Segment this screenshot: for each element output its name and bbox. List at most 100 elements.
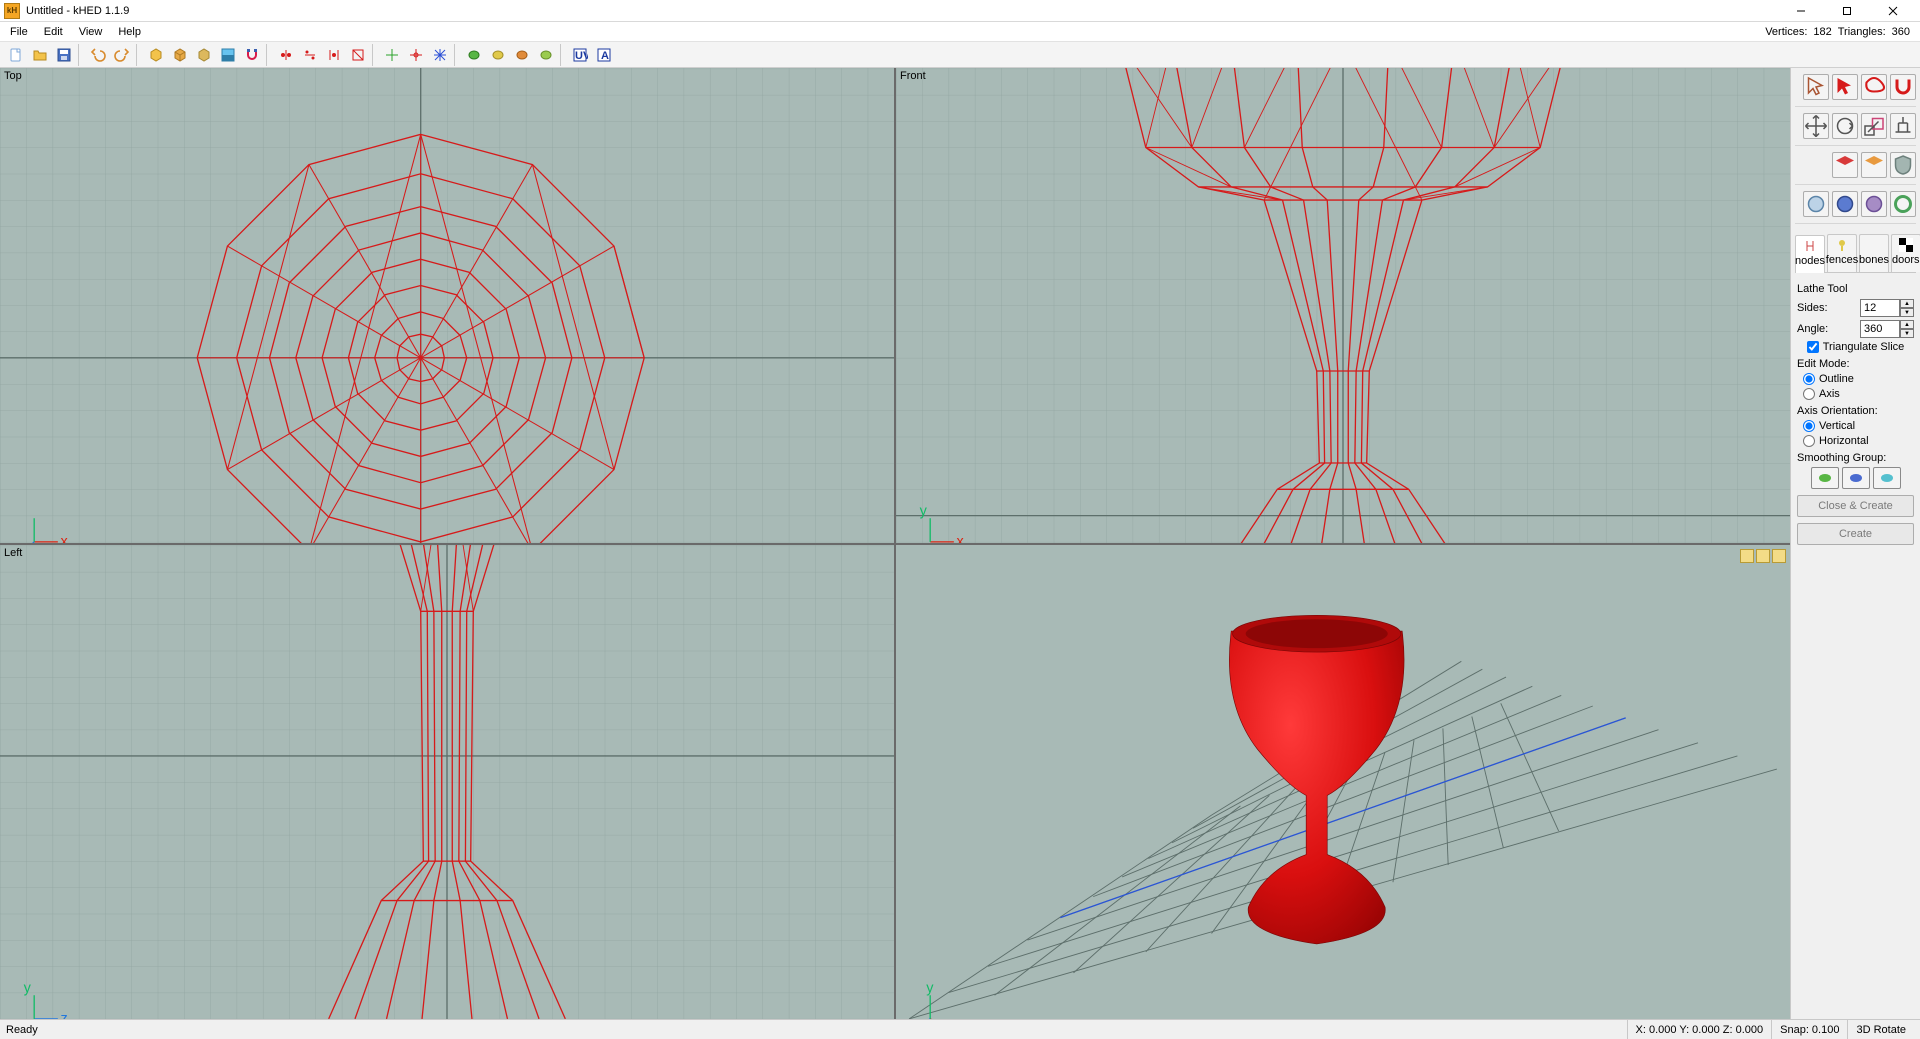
viewport-left-label: Left	[4, 547, 22, 559]
magnet-icon[interactable]	[241, 44, 263, 66]
sides-down[interactable]: ▼	[1900, 308, 1914, 317]
sphere4-icon[interactable]	[1890, 191, 1916, 217]
box3-icon[interactable]	[193, 44, 215, 66]
tab-fences[interactable]: fences	[1827, 234, 1857, 272]
red-cross-icon[interactable]	[405, 44, 427, 66]
select-lasso-icon[interactable]	[1861, 74, 1887, 100]
blob-yellow-icon[interactable]	[487, 44, 509, 66]
menu-view[interactable]: View	[71, 24, 111, 40]
smoothing-green-icon[interactable]	[1811, 467, 1839, 489]
blue-cross-icon[interactable]	[429, 44, 451, 66]
status-snap: Snap: 0.100	[1771, 1020, 1847, 1039]
viewport-gizmo-btn3[interactable]	[1772, 549, 1786, 563]
svg-text:x: x	[956, 534, 964, 543]
svg-text:y: y	[926, 980, 934, 996]
stats-vertices-value: 182	[1813, 26, 1831, 38]
blob-green-icon[interactable]	[463, 44, 485, 66]
svg-text:UV: UV	[575, 50, 588, 62]
editmode-outline-radio[interactable]	[1803, 373, 1815, 385]
sides-label: Sides:	[1797, 302, 1828, 314]
menu-help[interactable]: Help	[110, 24, 149, 40]
rotate-icon[interactable]	[1832, 113, 1858, 139]
save-file-icon[interactable]	[53, 44, 75, 66]
menu-edit[interactable]: Edit	[36, 24, 71, 40]
uv-icon[interactable]: UV	[569, 44, 591, 66]
scale-icon[interactable]	[1861, 113, 1887, 139]
face-orange-icon[interactable]	[1861, 152, 1887, 178]
viewport-top-label: Top	[4, 70, 22, 82]
move-icon[interactable]	[1803, 113, 1829, 139]
stats-triangles-value: 360	[1892, 26, 1910, 38]
angle-down[interactable]: ▼	[1900, 329, 1914, 338]
tab-nodes[interactable]: nodes	[1795, 235, 1825, 273]
red-marker1-icon[interactable]	[275, 44, 297, 66]
viewport-front[interactable]: Front	[896, 68, 1790, 543]
tab-bones[interactable]: bones	[1859, 234, 1889, 272]
svg-text:z: z	[60, 1010, 67, 1019]
tab-doors[interactable]: doors	[1891, 234, 1920, 272]
triangulate-checkbox[interactable]	[1807, 341, 1819, 353]
svg-text:A: A	[601, 50, 609, 62]
open-file-icon[interactable]	[29, 44, 51, 66]
red-marker3-icon[interactable]	[323, 44, 345, 66]
select-red-arrow-icon[interactable]	[1832, 74, 1858, 100]
orientation-label: Axis Orientation:	[1797, 405, 1914, 417]
orientation-horizontal-radio[interactable]	[1803, 435, 1815, 447]
sphere2-icon[interactable]	[1832, 191, 1858, 217]
viewport-left[interactable]: Left	[0, 545, 894, 1020]
close-button[interactable]	[1870, 1, 1916, 21]
maximize-button[interactable]	[1824, 1, 1870, 21]
sides-input[interactable]	[1860, 299, 1900, 317]
red-marker2-icon[interactable]	[299, 44, 321, 66]
new-file-icon[interactable]	[5, 44, 27, 66]
editmode-label: Edit Mode:	[1797, 358, 1914, 370]
editmode-axis-radio[interactable]	[1803, 388, 1815, 400]
viewport-gizmo-btn1[interactable]	[1740, 549, 1754, 563]
close-create-button[interactable]: Close & Create	[1797, 495, 1914, 517]
title-bar: kH Untitled - kHED 1.1.9	[0, 0, 1920, 22]
green-marker1-icon[interactable]	[381, 44, 403, 66]
text-icon[interactable]: A	[593, 44, 615, 66]
sphere1-icon[interactable]	[1803, 191, 1829, 217]
viewport-perspective[interactable]: x y z	[896, 545, 1790, 1020]
svg-text:y: y	[920, 504, 928, 520]
face-shield-icon[interactable]	[1890, 152, 1916, 178]
tools-panel: nodes fences bones doors Lathe Tool	[1790, 68, 1920, 1019]
orientation-vertical-radio[interactable]	[1803, 420, 1815, 432]
angle-input[interactable]	[1860, 320, 1900, 338]
red-marker4-icon[interactable]	[347, 44, 369, 66]
select-arrow-icon[interactable]	[1803, 74, 1829, 100]
viewport-top[interactable]: Top	[0, 68, 894, 543]
sphere3-icon[interactable]	[1861, 191, 1887, 217]
minimize-button[interactable]	[1778, 1, 1824, 21]
create-button[interactable]: Create	[1797, 523, 1914, 545]
box2-icon[interactable]	[169, 44, 191, 66]
sides-up[interactable]: ▲	[1900, 299, 1914, 308]
undo-icon[interactable]	[87, 44, 109, 66]
status-mode: 3D Rotate	[1847, 1020, 1914, 1039]
extrude-icon[interactable]	[1890, 113, 1916, 139]
smoothing-cyan-icon[interactable]	[1873, 467, 1901, 489]
svg-text:y: y	[24, 980, 32, 996]
status-bar: Ready X: 0.000 Y: 0.000 Z: 0.000 Snap: 0…	[0, 1019, 1920, 1039]
blob-orange-icon[interactable]	[511, 44, 533, 66]
viewport-gizmo-btn2[interactable]	[1756, 549, 1770, 563]
lathe-title: Lathe Tool	[1797, 283, 1914, 295]
window-title: Untitled - kHED 1.1.9	[26, 5, 129, 17]
blob-lime-icon[interactable]	[535, 44, 557, 66]
angle-up[interactable]: ▲	[1900, 320, 1914, 329]
angle-label: Angle:	[1797, 323, 1828, 335]
viewport-grid: Top	[0, 68, 1790, 1019]
smoothing-blue-icon[interactable]	[1842, 467, 1870, 489]
select-magnet-icon[interactable]	[1890, 74, 1916, 100]
smoothing-label: Smoothing Group:	[1797, 452, 1914, 464]
panel-tabs: nodes fences bones doors	[1795, 234, 1916, 273]
gradient-icon[interactable]	[217, 44, 239, 66]
stats-triangles-label: Triangles:	[1838, 26, 1886, 38]
face-red-icon[interactable]	[1832, 152, 1858, 178]
box-icon[interactable]	[145, 44, 167, 66]
menu-file[interactable]: File	[2, 24, 36, 40]
app-icon: kH	[4, 3, 20, 19]
redo-icon[interactable]	[111, 44, 133, 66]
svg-text:x: x	[60, 534, 68, 543]
